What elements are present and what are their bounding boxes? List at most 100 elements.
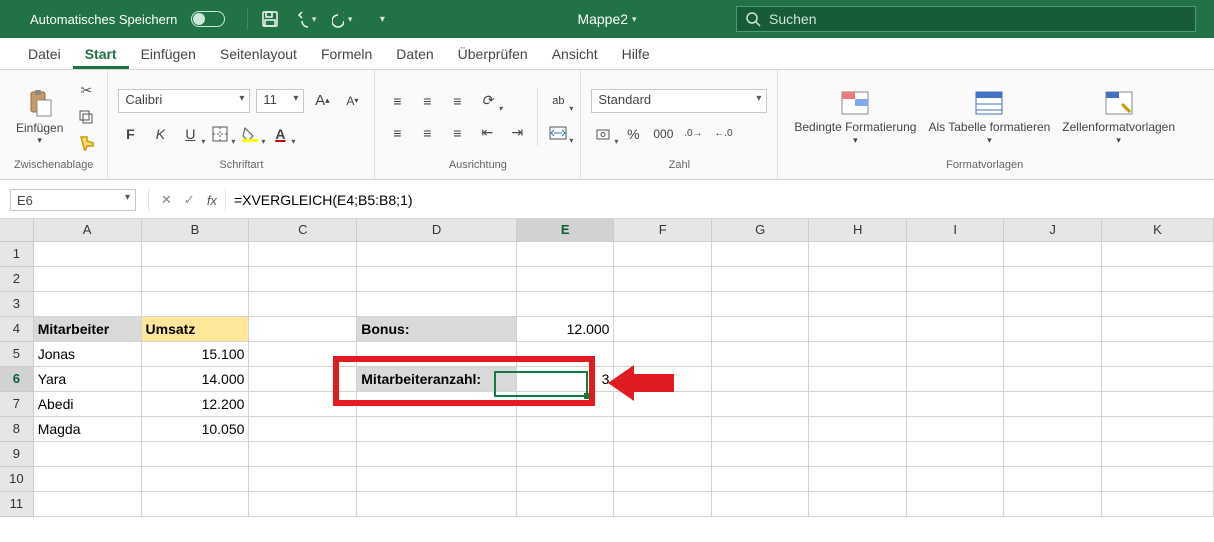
decrease-indent-icon[interactable]: ⇤ bbox=[475, 122, 499, 144]
increase-indent-icon[interactable]: ⇥ bbox=[505, 122, 529, 144]
cell[interactable]: Mitarbeiteranzahl: bbox=[357, 366, 517, 391]
auto-save-toggle[interactable]: Automatisches Speichern bbox=[0, 11, 239, 27]
undo-icon[interactable]: ▾ bbox=[296, 9, 316, 29]
tab-seitenlayout[interactable]: Seitenlayout bbox=[208, 38, 309, 69]
row-header[interactable]: 9 bbox=[0, 441, 33, 466]
tab-ueberpruefen[interactable]: Überprüfen bbox=[446, 38, 540, 69]
tab-einfuegen[interactable]: Einfügen bbox=[129, 38, 208, 69]
underline-button[interactable]: U bbox=[178, 123, 202, 145]
row-header[interactable]: 8 bbox=[0, 416, 33, 441]
select-all-corner[interactable] bbox=[0, 219, 33, 241]
search-box[interactable] bbox=[736, 6, 1196, 32]
col-header[interactable]: E bbox=[516, 219, 613, 241]
borders-icon[interactable] bbox=[208, 123, 232, 145]
align-middle-icon[interactable]: ≡ bbox=[415, 90, 439, 112]
row-header[interactable]: 10 bbox=[0, 466, 33, 491]
align-right-icon[interactable]: ≡ bbox=[445, 122, 469, 144]
save-icon[interactable] bbox=[260, 9, 280, 29]
row-header[interactable]: 2 bbox=[0, 266, 33, 291]
cell-styles-button[interactable]: Zellenformatvorlagen▾ bbox=[1056, 85, 1181, 147]
format-as-table-button[interactable]: Als Tabelle formatieren▾ bbox=[922, 85, 1056, 147]
col-header[interactable]: G bbox=[711, 219, 808, 241]
row-header[interactable]: 1 bbox=[0, 241, 33, 266]
name-box[interactable]: E6 bbox=[10, 189, 136, 211]
col-header[interactable]: C bbox=[249, 219, 357, 241]
fx-icon[interactable]: fx bbox=[207, 193, 217, 208]
search-input[interactable] bbox=[769, 11, 1195, 27]
cell[interactable]: 14.000 bbox=[141, 366, 249, 391]
font-name-select[interactable]: Calibri bbox=[118, 89, 250, 113]
document-title[interactable]: Mappe2▾ bbox=[577, 11, 636, 27]
row-header[interactable]: 3 bbox=[0, 291, 33, 316]
align-left-icon[interactable]: ≡ bbox=[385, 122, 409, 144]
col-header[interactable]: A bbox=[33, 219, 141, 241]
number-format-select[interactable]: Standard bbox=[591, 89, 767, 113]
enter-icon[interactable]: ✓ bbox=[184, 192, 195, 208]
orientation-icon[interactable]: ⟳ bbox=[475, 90, 499, 112]
merge-center-icon[interactable] bbox=[546, 122, 570, 144]
cell[interactable]: Yara bbox=[33, 366, 141, 391]
bold-button[interactable]: F bbox=[118, 123, 142, 145]
paste-button[interactable]: Einfügen ▾ bbox=[10, 85, 69, 148]
copy-icon[interactable] bbox=[75, 106, 97, 128]
col-header[interactable]: B bbox=[141, 219, 249, 241]
wrap-text-icon[interactable]: ab bbox=[546, 90, 570, 112]
row-header[interactable]: 11 bbox=[0, 491, 33, 516]
col-header[interactable]: F bbox=[614, 219, 711, 241]
cell[interactable]: Jonas bbox=[33, 341, 141, 366]
increase-decimal-icon[interactable]: .0→ bbox=[681, 123, 705, 145]
col-header[interactable]: J bbox=[1004, 219, 1101, 241]
cell-active[interactable]: 3 bbox=[516, 366, 613, 391]
fill-handle[interactable] bbox=[584, 393, 590, 399]
cell[interactable]: 12.000 bbox=[516, 316, 613, 341]
cell[interactable]: 10.050 bbox=[141, 416, 249, 441]
cell[interactable]: Magda bbox=[33, 416, 141, 441]
conditional-formatting-button[interactable]: Bedingte Formatierung▾ bbox=[788, 85, 922, 147]
increase-font-icon[interactable]: A▴ bbox=[310, 90, 334, 112]
annotation-arrow-icon bbox=[608, 361, 678, 408]
col-header[interactable]: H bbox=[809, 219, 906, 241]
spreadsheet-grid[interactable]: A B C D E F G H I J K 1 2 3 4 Mitarbeite… bbox=[0, 219, 1214, 517]
cell[interactable]: 12.200 bbox=[141, 391, 249, 416]
fill-color-icon[interactable] bbox=[238, 123, 262, 145]
format-painter-icon[interactable] bbox=[75, 132, 97, 154]
cell[interactable]: 15.100 bbox=[141, 341, 249, 366]
clipboard-small-buttons: ✂ bbox=[69, 80, 97, 154]
row-header[interactable]: 7 bbox=[0, 391, 33, 416]
align-center-icon[interactable]: ≡ bbox=[415, 122, 439, 144]
tab-ansicht[interactable]: Ansicht bbox=[540, 38, 610, 69]
cond-format-icon bbox=[839, 87, 871, 119]
redo-icon[interactable]: ▾ bbox=[332, 9, 352, 29]
cell[interactable]: Mitarbeiter bbox=[33, 316, 141, 341]
decrease-font-icon[interactable]: A▾ bbox=[340, 90, 364, 112]
tab-datei[interactable]: Datei bbox=[16, 38, 73, 69]
col-header[interactable]: I bbox=[906, 219, 1003, 241]
cancel-icon[interactable]: ✕ bbox=[161, 192, 172, 208]
tab-formeln[interactable]: Formeln bbox=[309, 38, 384, 69]
customize-qat-icon[interactable]: ▾ bbox=[372, 9, 392, 29]
ribbon: Einfügen ▾ ✂ Zwischenablage Calibri 11 A… bbox=[0, 70, 1214, 180]
formula-input[interactable]: =XVERGLEICH(E4;B5:B8;1) bbox=[225, 189, 1214, 211]
cell[interactable]: Bonus: bbox=[357, 316, 517, 341]
toggle-off-icon[interactable] bbox=[191, 11, 225, 27]
comma-icon[interactable]: 000 bbox=[651, 123, 675, 145]
tab-hilfe[interactable]: Hilfe bbox=[610, 38, 662, 69]
font-color-icon[interactable]: A bbox=[268, 123, 292, 145]
align-bottom-icon[interactable]: ≡ bbox=[445, 90, 469, 112]
cell[interactable]: Abedi bbox=[33, 391, 141, 416]
tab-daten[interactable]: Daten bbox=[384, 38, 445, 69]
decrease-decimal-icon[interactable]: ←.0 bbox=[711, 123, 735, 145]
tab-start[interactable]: Start bbox=[73, 38, 129, 69]
cell[interactable]: Umsatz bbox=[141, 316, 249, 341]
cut-icon[interactable]: ✂ bbox=[75, 80, 97, 102]
row-header[interactable]: 5 bbox=[0, 341, 33, 366]
row-header[interactable]: 4 bbox=[0, 316, 33, 341]
italic-button[interactable]: K bbox=[148, 123, 172, 145]
row-header[interactable]: 6 bbox=[0, 366, 33, 391]
col-header[interactable]: D bbox=[357, 219, 517, 241]
font-size-select[interactable]: 11 bbox=[256, 89, 304, 113]
col-header[interactable]: K bbox=[1101, 219, 1213, 241]
currency-icon[interactable] bbox=[591, 123, 615, 145]
align-top-icon[interactable]: ≡ bbox=[385, 90, 409, 112]
percent-icon[interactable]: % bbox=[621, 123, 645, 145]
